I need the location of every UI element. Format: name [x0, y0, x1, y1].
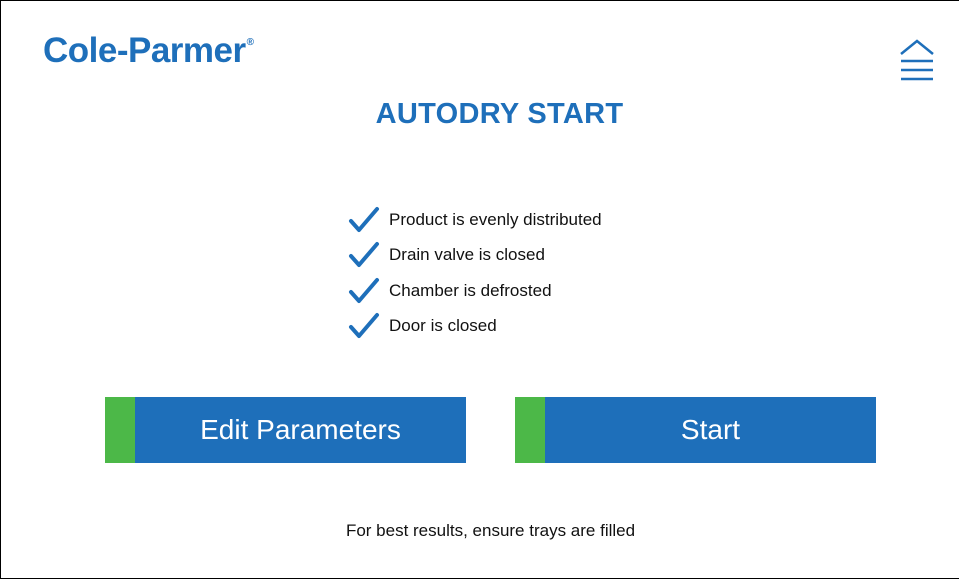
list-item: Drain valve is closed [348, 238, 602, 274]
edit-parameters-label: Edit Parameters [200, 414, 401, 445]
checklist-label: Drain valve is closed [389, 245, 545, 265]
app-screen: Cole-Parmer® AUTODRY START Product is ev… [0, 0, 959, 579]
start-button[interactable]: Start [515, 397, 876, 463]
list-item: Product is evenly distributed [348, 202, 602, 238]
precheck-list: Product is evenly distributed Drain valv… [348, 202, 602, 344]
brand-logo: Cole-Parmer® [43, 31, 254, 71]
home-menu-icon[interactable] [898, 37, 936, 83]
list-item: Chamber is defrosted [348, 273, 602, 309]
footer-note: For best results, ensure trays are fille… [345, 521, 636, 540]
checkmark-icon [349, 277, 379, 303]
checklist-label: Chamber is defrosted [389, 280, 552, 300]
checklist-label: Door is closed [389, 316, 497, 336]
registered-mark: ® [246, 37, 254, 48]
page-title: AUTODRY START [375, 98, 624, 130]
start-label: Start [680, 414, 741, 445]
button-accent [105, 397, 135, 463]
button-accent [515, 397, 545, 463]
list-item: Door is closed [348, 309, 602, 345]
checklist-label: Product is evenly distributed [389, 209, 602, 229]
edit-parameters-button[interactable]: Edit Parameters [105, 397, 466, 463]
checkmark-icon [349, 206, 379, 232]
checkmark-icon [349, 242, 379, 268]
brand-name: Cole-Parmer [43, 31, 246, 70]
checkmark-icon [349, 313, 379, 339]
